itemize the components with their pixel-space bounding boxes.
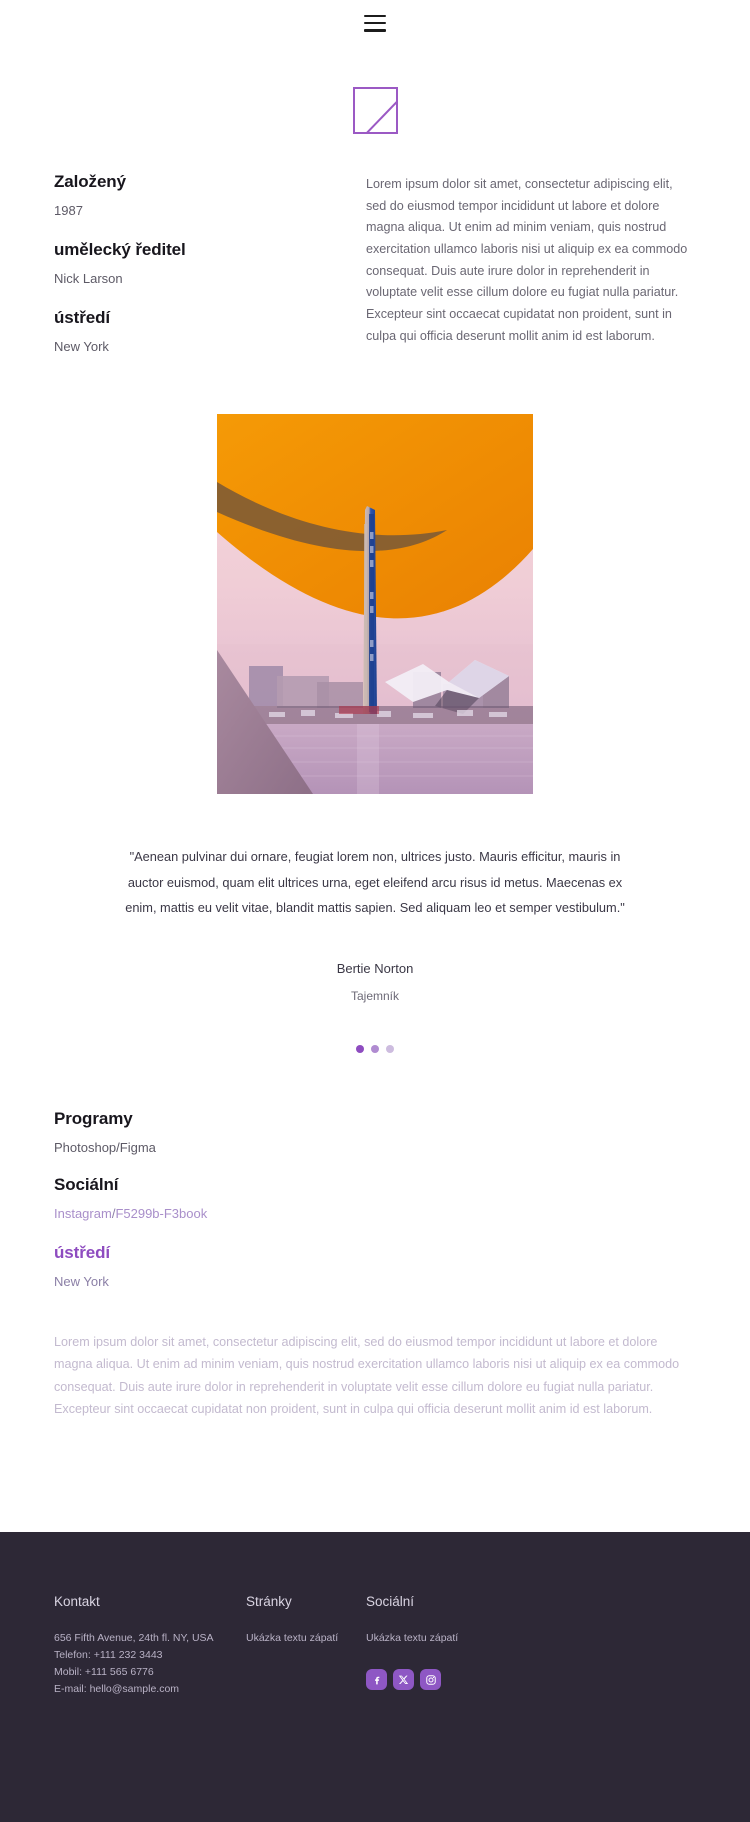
footer-social-title: Sociální bbox=[366, 1594, 415, 1610]
fact-title-headquarters-accent: ústředí bbox=[54, 1242, 110, 1262]
fact-value-programs: Photoshop/Figma bbox=[54, 1139, 156, 1155]
social-link-facebook[interactable]: F5299b-F3book bbox=[115, 1206, 207, 1221]
logo-container bbox=[0, 87, 750, 134]
footer-social-text: Ukázka textu zápatí bbox=[366, 1632, 459, 1645]
site-footer: Kontakt 656 Fifth Avenue, 24th fl. NY, U… bbox=[0, 1532, 750, 1822]
carousel-dots bbox=[120, 1044, 630, 1053]
footer-contact-title: Kontakt bbox=[54, 1594, 100, 1610]
fact-value-headquarters-accent: New York bbox=[54, 1273, 109, 1289]
intro-facts-column: Založený 1987 umělecký ředitel Nick Lars… bbox=[54, 170, 310, 354]
testimonial-role: Tajemník bbox=[350, 988, 400, 1003]
hamburger-menu-icon[interactable] bbox=[364, 14, 386, 32]
page-root: Založený 1987 umělecký ředitel Nick Lars… bbox=[0, 0, 750, 1822]
fact-value-headquarters: New York bbox=[54, 339, 109, 354]
testimonial-author: Bertie Norton bbox=[336, 960, 414, 976]
fact-title-programs: Programy bbox=[54, 1108, 133, 1128]
footer-social-icons bbox=[366, 1669, 566, 1691]
intro-section: Založený 1987 umělecký ředitel Nick Lars… bbox=[0, 170, 750, 354]
hamburger-bar bbox=[364, 21, 386, 25]
social-links-row: Instagram/F5299b-F3book bbox=[54, 1206, 696, 1221]
footer-contact-address: 656 Fifth Avenue, 24th fl. NY, USA bbox=[54, 1632, 214, 1645]
testimonial-section: "Aenean pulvinar dui ornare, feugiat lor… bbox=[0, 844, 750, 1053]
fact-title-founded: Založený bbox=[54, 172, 126, 191]
social-link-instagram[interactable]: Instagram bbox=[54, 1206, 112, 1221]
fact-value-art-director: Nick Larson bbox=[54, 271, 123, 286]
footer-column-contact: Kontakt 656 Fifth Avenue, 24th fl. NY, U… bbox=[54, 1594, 246, 1782]
instagram-icon[interactable] bbox=[420, 1669, 441, 1691]
hero-image bbox=[217, 414, 533, 794]
footer-column-social: Sociální Ukázka textu zápatí bbox=[366, 1594, 566, 1782]
fact-title-social: Sociální bbox=[54, 1174, 119, 1194]
fact-title-art-director: umělecký ředitel bbox=[54, 240, 186, 259]
footer-pages-title: Stránky bbox=[246, 1594, 292, 1610]
footer-pages-text: Ukázka textu zápatí bbox=[246, 1632, 339, 1645]
hamburger-bar bbox=[364, 28, 386, 32]
fact-value-founded: 1987 bbox=[54, 203, 83, 218]
carousel-dot-3[interactable] bbox=[386, 1044, 394, 1053]
facebook-icon[interactable] bbox=[366, 1669, 387, 1691]
intro-text-column: Lorem ipsum dolor sit amet, consectetur … bbox=[366, 170, 696, 354]
light-paragraph: Lorem ipsum dolor sit amet, consectetur … bbox=[54, 1334, 680, 1416]
carousel-dot-2[interactable] bbox=[371, 1044, 379, 1053]
hero-artwork bbox=[217, 414, 533, 794]
footer-contact-email[interactable]: E-mail: hello@sample.com bbox=[54, 1681, 246, 1698]
fact-title-headquarters: ústředí bbox=[54, 308, 110, 327]
testimonial-quote: "Aenean pulvinar dui ornare, feugiat lor… bbox=[125, 849, 625, 916]
carousel-dot-1[interactable] bbox=[356, 1044, 364, 1053]
site-header bbox=[0, 0, 750, 46]
x-twitter-icon[interactable] bbox=[393, 1669, 414, 1691]
image-placeholder-logo-icon[interactable] bbox=[352, 87, 398, 134]
hamburger-bar bbox=[364, 14, 386, 18]
footer-column-pages: Stránky Ukázka textu zápatí bbox=[246, 1594, 366, 1782]
footer-contact-phone: Telefon: +111 232 3443 bbox=[54, 1649, 163, 1662]
intro-paragraph: Lorem ipsum dolor sit amet, consectetur … bbox=[366, 177, 688, 343]
secondary-facts-section: Programy Photoshop/Figma Sociální Instag… bbox=[0, 1109, 750, 1289]
